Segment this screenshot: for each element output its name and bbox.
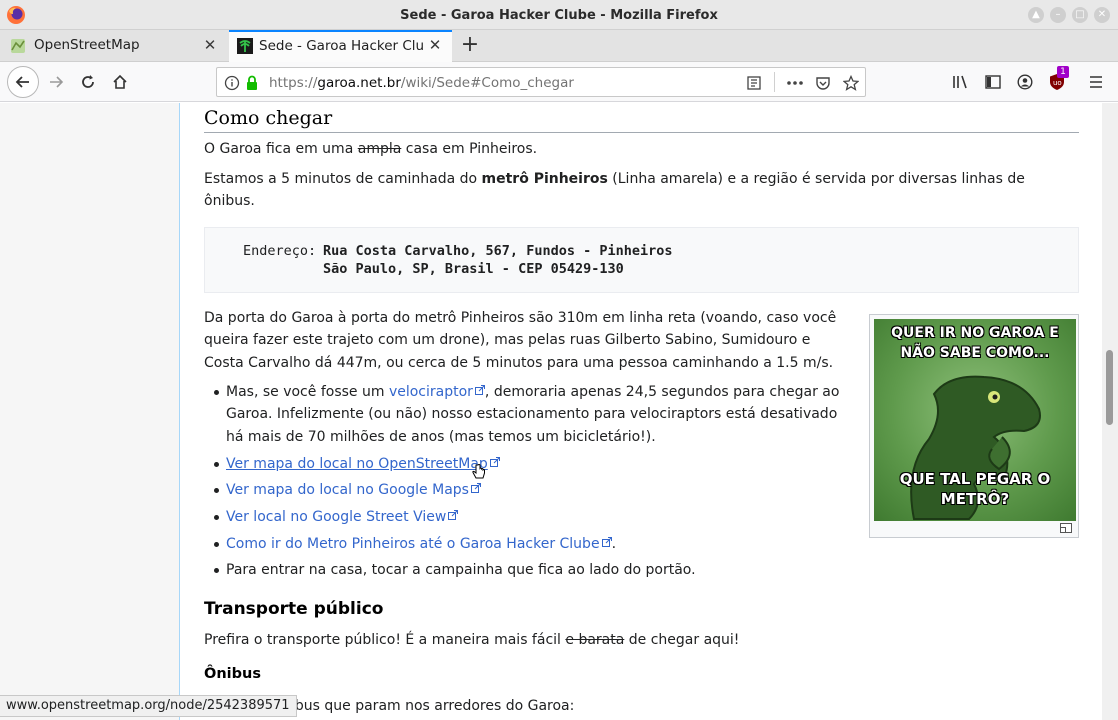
- google-maps-link[interactable]: Ver mapa do local no Google Maps: [226, 482, 469, 498]
- reload-icon: [82, 75, 94, 88]
- home-icon: [113, 74, 127, 89]
- reader-view-icon[interactable]: [745, 74, 763, 92]
- menu-hamburger-icon[interactable]: [1086, 72, 1106, 92]
- url-bar[interactable]: https://garoa.net.br/wiki/Sede#Como_cheg…: [216, 67, 866, 97]
- reload-button[interactable]: [72, 66, 104, 98]
- street-view-link[interactable]: Ver local no Google Street View: [226, 509, 446, 525]
- paragraph-line: Da porta do Garoa à porta do metrô Pinhe…: [204, 310, 837, 326]
- paragraph-line: Costa Carvalho dá 447m, ou cerca de 5 mi…: [204, 355, 834, 371]
- philosoraptor-meme-image[interactable]: QUER IR NO GAROA E NÃO SABE COMO... QUE …: [874, 319, 1076, 521]
- list-item-continuation: há mais de 70 milhões de anos (mas temos…: [226, 429, 656, 445]
- account-icon[interactable]: [1015, 72, 1035, 92]
- list-item: Ver local no Google Street View: [213, 506, 459, 528]
- info-icon[interactable]: [223, 74, 241, 92]
- arrow-left-icon: [15, 76, 29, 88]
- external-link-icon: [489, 457, 500, 467]
- list-item-continuation: Garoa. Infelizmente (ou não) nosso estac…: [226, 406, 838, 422]
- url-text: https://garoa.net.br/wiki/Sede#Como_cheg…: [269, 75, 574, 91]
- list-item: Mas, se você fosse um velociraptor, demo…: [213, 381, 839, 403]
- list-item: Ver mapa do local no OpenStreetMap: [214, 453, 500, 475]
- scrollbar-thumb[interactable]: [1106, 350, 1113, 425]
- window-title: Sede - Garoa Hacker Clube - Mozilla Fire…: [400, 8, 718, 23]
- lock-icon[interactable]: [243, 74, 261, 92]
- meme-bottom-text: QUE TAL PEGAR O METRÔ?: [899, 470, 1051, 508]
- external-link-icon: [448, 510, 459, 520]
- section-heading-transporte: Transporte público: [204, 599, 384, 619]
- paragraph-partial: ibus que param nos arredores do Garoa:: [291, 698, 575, 714]
- list-item: Para entrar na casa, tocar a campainha q…: [214, 559, 696, 581]
- list-item: Como ir do Metro Pinheiros até o Garoa H…: [213, 533, 616, 555]
- section-heading-como-chegar: Como chegar: [204, 107, 1079, 133]
- tab-close-icon[interactable]: ✕: [202, 37, 218, 53]
- tab-close-icon[interactable]: ✕: [427, 37, 443, 53]
- section-heading-onibus: Ônibus: [204, 666, 261, 682]
- tab-label: Sede - Garoa Hacker Clube: [259, 38, 423, 54]
- list-item: Ver mapa do local no Google Maps: [214, 479, 481, 501]
- maximize-icon[interactable]: □: [1072, 7, 1088, 23]
- address-block: Endereço: Rua Costa Carvalho, 567, Fundo…: [204, 227, 1079, 293]
- bookmark-star-icon[interactable]: [842, 74, 860, 92]
- external-link-icon: [474, 385, 485, 395]
- close-icon[interactable]: ✕: [1094, 7, 1110, 23]
- tab-openstreetmap[interactable]: OpenStreetMap ✕: [0, 30, 228, 62]
- arrow-right-icon: [50, 76, 64, 88]
- address-line: São Paulo, SP, Brasil - CEP 05429-130: [323, 261, 624, 277]
- back-button[interactable]: [7, 66, 39, 98]
- external-link-icon: [470, 483, 481, 493]
- extension-badge: 1: [1057, 66, 1069, 78]
- minimize-icon[interactable]: –: [1050, 7, 1066, 23]
- address-label: Endereço:: [243, 243, 317, 259]
- paragraph-continuation: ônibus.: [204, 193, 255, 209]
- tab-label: OpenStreetMap: [34, 37, 140, 53]
- new-tab-icon[interactable]: +: [458, 34, 482, 58]
- address-line: Rua Costa Carvalho, 567, Fundos - Pinhei…: [323, 243, 673, 259]
- home-button[interactable]: [104, 66, 136, 98]
- openstreetmap-link[interactable]: Ver mapa do local no OpenStreetMap: [226, 456, 488, 472]
- meme-thumbnail[interactable]: QUER IR NO GAROA E NÃO SABE COMO... QUE …: [869, 314, 1079, 538]
- more-actions-icon[interactable]: [786, 74, 804, 92]
- article-content: Como chegar O Garoa fica em uma ampla ca…: [181, 103, 1102, 720]
- paragraph: O Garoa fica em uma ampla casa em Pinhei…: [204, 141, 538, 157]
- tab-sede-garoa[interactable]: Sede - Garoa Hacker Clube ✕: [229, 30, 452, 62]
- osm-favicon-icon: [11, 39, 25, 53]
- window-titlebar: Sede - Garoa Hacker Clube - Mozilla Fire…: [0, 0, 1118, 30]
- svg-text:uo: uo: [1053, 79, 1062, 87]
- velociraptor-link[interactable]: velociraptor: [389, 384, 473, 400]
- wiki-sidebar: [0, 103, 180, 720]
- ublock-extension-icon[interactable]: uo 1: [1047, 66, 1069, 92]
- url-divider: [774, 72, 775, 92]
- forward-button[interactable]: [40, 66, 72, 98]
- paragraph: Estamos a 5 minutos de caminhada do metr…: [204, 171, 1025, 187]
- external-link-icon: [601, 537, 612, 547]
- sidebar-toggle-icon[interactable]: [983, 72, 1003, 92]
- paragraph-line: queira fazer este trajeto com um drone),…: [204, 332, 811, 348]
- navigation-toolbar: https://garoa.net.br/wiki/Sede#Como_cheg…: [0, 62, 1118, 102]
- pocket-icon[interactable]: [814, 74, 832, 92]
- paragraph: Prefira o transporte público! É a maneir…: [204, 632, 740, 648]
- metro-directions-link[interactable]: Como ir do Metro Pinheiros até o Garoa H…: [226, 536, 600, 552]
- status-bar-link-preview: www.openstreetmap.org/node/2542389571: [0, 695, 297, 717]
- tab-bar: OpenStreetMap ✕ Sede - Garoa Hacker Club…: [0, 30, 1118, 62]
- library-icon[interactable]: [951, 72, 971, 92]
- garoa-favicon-icon: [237, 38, 253, 54]
- hand-pointer-icon: [472, 464, 485, 479]
- up-icon[interactable]: ▲: [1028, 7, 1044, 23]
- meme-top-text: QUER IR NO GAROA E NÃO SABE COMO...: [891, 325, 1059, 361]
- magnify-icon[interactable]: [1060, 523, 1072, 533]
